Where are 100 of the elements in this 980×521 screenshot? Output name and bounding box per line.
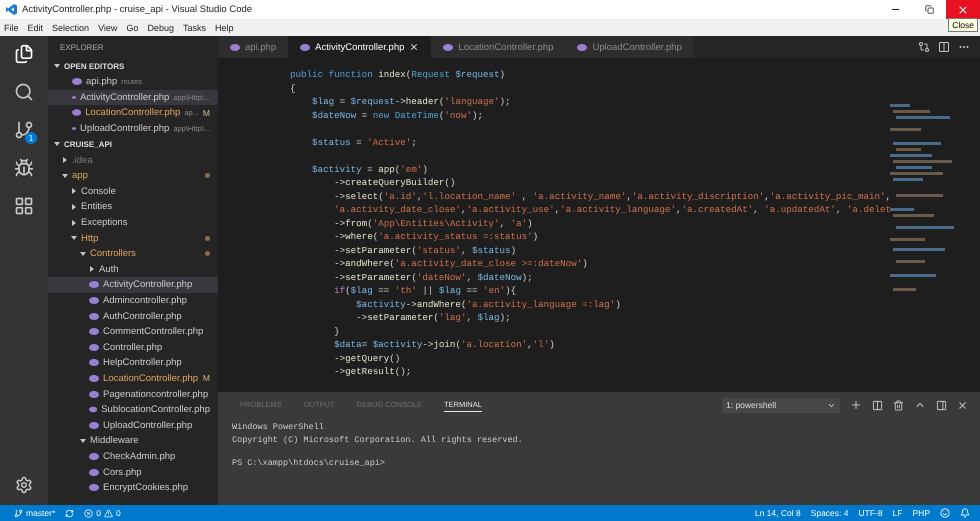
tree-file[interactable]: HelpController.php	[48, 355, 218, 371]
tree-file[interactable]: Admincontroller.php	[48, 292, 218, 308]
close-icon	[957, 4, 969, 16]
split-icon	[938, 41, 950, 53]
tree-folder[interactable]: Controllers	[48, 246, 218, 262]
close-panel-button[interactable]	[957, 400, 968, 410]
php-file-icon	[300, 44, 310, 50]
expanded-triangle-icon	[71, 235, 77, 242]
editor-tab[interactable]: ActivityController.php	[288, 36, 432, 58]
code-line: ->setParameter('dateNow', $dateNow);	[333, 270, 534, 284]
section-header[interactable]: CRUISE_API	[48, 136, 218, 152]
terminal-select[interactable]: 1: powershell	[722, 398, 840, 412]
modified-dot	[205, 173, 210, 178]
menu-item[interactable]: View	[98, 22, 118, 32]
tree-folder[interactable]: Console	[48, 184, 218, 200]
bell-icon	[960, 508, 970, 518]
problems-button[interactable]: 0 0	[84, 508, 121, 518]
tree-file[interactable]: LocationController.php M	[48, 370, 218, 386]
tree-folder[interactable]: .idea	[48, 152, 218, 168]
open-changes-button[interactable]	[918, 41, 930, 53]
editor-tab[interactable]: UploadController.php	[565, 36, 694, 58]
modified-dot	[205, 251, 210, 256]
code-line: ->select('a.id','l.location_name' , 'a.activity_name','a.activity_discription','a.activity_pic_main',	[333, 190, 890, 203]
activity-bar-item[interactable]: 1	[9, 116, 39, 144]
language-button[interactable]: PHP	[912, 508, 930, 518]
tree-file[interactable]: Controller.php	[48, 340, 218, 356]
file-name: LocationController.php	[85, 107, 180, 118]
app-logo-icon	[6, 4, 17, 15]
php-file-icon	[443, 44, 454, 50]
close-icon[interactable]	[409, 42, 420, 52]
code-line: public function index(Request $request)	[290, 68, 506, 82]
compare-icon	[918, 41, 930, 53]
section-header[interactable]: OPEN EDITORS	[48, 58, 218, 74]
terminal-prompt: PS C:\xampp\htdocs\cruise_api>	[232, 458, 386, 468]
sync-button[interactable]	[65, 508, 74, 518]
code-line: ->createQueryBuilder()	[333, 176, 456, 190]
tree-folder[interactable]: Http	[48, 230, 218, 246]
menu-item[interactable]: Edit	[28, 22, 44, 32]
tree-folder[interactable]: Auth	[48, 262, 218, 278]
new-terminal-button[interactable]	[850, 399, 862, 411]
search-icon	[14, 82, 34, 102]
editor-tab[interactable]: api.php	[218, 36, 288, 58]
split-editor-button[interactable]	[938, 41, 950, 53]
tree-folder[interactable]: Entities	[48, 199, 218, 215]
tree-file[interactable]: ActivityController.php	[48, 277, 218, 293]
encoding-button[interactable]: UTF-8	[858, 508, 883, 518]
code-line: $activity->andWhere('a.activity_language =:lag')	[355, 298, 622, 311]
cursor-position[interactable]: Ln 14, Col 8	[754, 508, 801, 518]
tree-file[interactable]: CommentController.php	[48, 324, 218, 340]
menu-item[interactable]: Debug	[147, 22, 174, 32]
code-line: $lag = $request->header('language');	[311, 95, 512, 108]
indentation-button[interactable]: Spaces: 4	[810, 508, 848, 518]
editor-tab[interactable]: LocationController.php	[431, 36, 566, 58]
tree-file[interactable]: UploadController.php	[48, 417, 218, 434]
feedback-button[interactable]	[940, 508, 950, 518]
smiley-icon	[940, 508, 950, 518]
window-title: ActivityController.php - cruise_api - Visual Studio Code	[22, 4, 254, 15]
menu-item[interactable]: Help	[214, 22, 234, 32]
branch-icon	[14, 508, 23, 518]
error-icon	[84, 508, 94, 518]
tree-folder[interactable]: Middleware	[48, 433, 218, 449]
code-line: $data= $activity->join('a.location','l')	[333, 338, 556, 352]
tree-file[interactable]: EncryptCookies.php	[48, 480, 218, 496]
file-name: api.php	[86, 76, 118, 88]
plus-icon	[850, 399, 862, 411]
code-line: ->from('App\Entities\Activity', 'a')	[333, 216, 534, 230]
restore-icon	[924, 5, 934, 14]
menu-item[interactable]: Go	[126, 22, 138, 32]
close-button[interactable]	[946, 0, 980, 19]
code-line: $activity = app('em')	[311, 162, 429, 176]
collapsed-triangle-icon	[62, 157, 68, 164]
tree-file[interactable]: CheckAdmin.php	[48, 448, 218, 464]
tree-file[interactable]: Pagenationcontroller.php	[48, 386, 218, 402]
code-line: ->getQuery()	[333, 352, 402, 365]
line-ending-button[interactable]: LF	[892, 508, 903, 518]
tree-file[interactable]: AuthController.php	[48, 308, 218, 324]
collapsed-triangle-icon	[71, 204, 77, 210]
branch-button[interactable]: master*	[14, 508, 56, 518]
tree-file[interactable]: SublocationController.php	[48, 402, 218, 418]
code-line: $status = 'Active';	[311, 136, 418, 149]
menu-item[interactable]: Tasks	[182, 22, 206, 32]
terminal-line: Windows PowerShell	[232, 422, 325, 432]
tree-folder[interactable]: app	[48, 168, 218, 184]
close-icon	[957, 400, 968, 410]
notifications-button[interactable]	[960, 508, 970, 518]
menu-item[interactable]: Selection	[52, 22, 90, 32]
sync-icon	[65, 508, 74, 518]
split-terminal-button[interactable]	[872, 400, 883, 410]
tree-file[interactable]: Cors.php	[48, 464, 218, 480]
code-line: if($lag == 'th' || $lag == 'en'){	[333, 284, 518, 298]
split-icon	[872, 400, 883, 410]
modified-dot	[205, 236, 210, 241]
toggle-panel-button[interactable]	[936, 400, 947, 410]
expanded-triangle-icon	[54, 141, 60, 148]
tree-folder[interactable]: Exceptions	[48, 214, 218, 230]
kill-terminal-button[interactable]	[893, 400, 904, 410]
menu-item[interactable]: File	[4, 22, 19, 32]
count-badge: 1	[25, 132, 37, 144]
modified-label: M	[202, 108, 210, 118]
expanded-triangle-icon	[62, 172, 68, 179]
